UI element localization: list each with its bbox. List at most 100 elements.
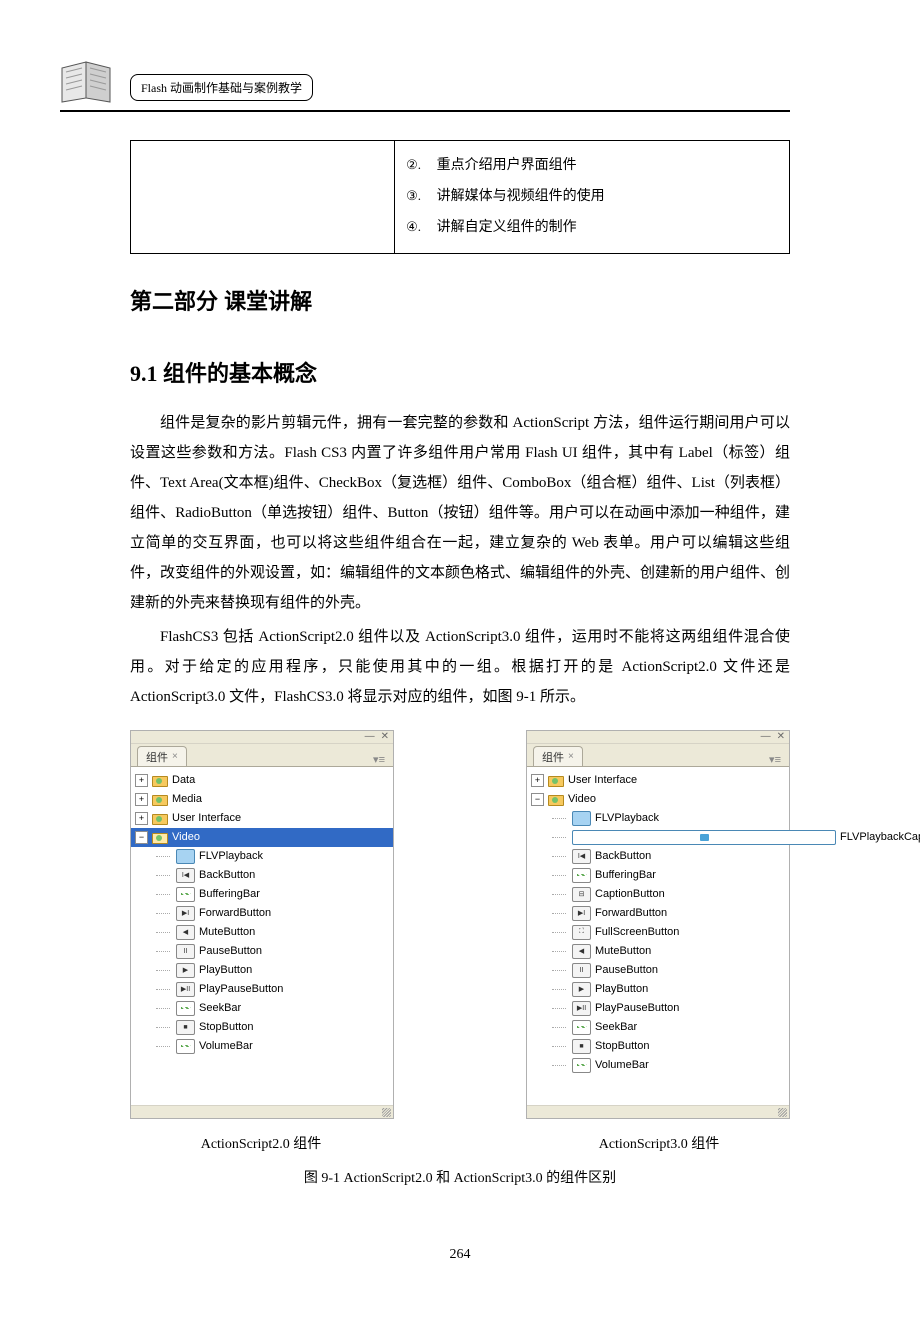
tree-item[interactable]: ⊟CaptionButton [527, 885, 789, 904]
tree-item[interactable]: IIPauseButton [131, 942, 393, 961]
minimize-icon[interactable]: — [365, 732, 375, 742]
tree-item[interactable]: VolumeBar [131, 1037, 393, 1056]
figure-9-1: —✕组件×▾≡+Data+Media+User Interface−VideoF… [130, 730, 790, 1119]
component-icon: ▶I [572, 906, 591, 921]
tab-label: 组件 [146, 749, 168, 765]
panel-resize-grip[interactable] [527, 1105, 789, 1118]
close-icon[interactable]: ✕ [381, 732, 389, 742]
objective-item: ③. 讲解媒体与视频组件的使用 [405, 184, 779, 209]
tree-item[interactable]: FLVPlaybackCaptioning [527, 828, 789, 847]
item-label: PlayPauseButton [595, 1002, 679, 1014]
component-icon: ⊟ [572, 887, 591, 902]
objectives-right-cell: ②. 重点介绍用户界面组件 ③. 讲解媒体与视频组件的使用 ④. 讲解自定义组件… [394, 141, 789, 254]
tree-item[interactable]: ▶IForwardButton [131, 904, 393, 923]
tree-item[interactable]: FLVPlayback [131, 847, 393, 866]
panel-menu-icon[interactable]: ▾≡ [769, 753, 783, 766]
paragraph-2: FlashCS3 包括 ActionScript2.0 组件以及 ActionS… [130, 622, 790, 712]
objectives-table: ②. 重点介绍用户界面组件 ③. 讲解媒体与视频组件的使用 ④. 讲解自定义组件… [130, 140, 790, 254]
subcaptions: ActionScript2.0 组件 ActionScript3.0 组件 [130, 1133, 790, 1153]
item-label: FLVPlayback [595, 812, 659, 824]
book-icon [60, 58, 114, 108]
component-icon: I◀ [572, 849, 591, 864]
folder-label: User Interface [568, 774, 637, 786]
folder-icon [152, 812, 168, 825]
objective-item: ②. 重点介绍用户界面组件 [405, 153, 779, 178]
tree-item[interactable]: II PauseButton [527, 961, 789, 980]
tree-item[interactable]: I◀BackButton [131, 866, 393, 885]
tree-view[interactable]: + User Interface − Video FLVPlayback FLVPlayb… [527, 766, 789, 1105]
component-icon [572, 1058, 591, 1073]
tab-close-icon[interactable]: × [568, 751, 574, 762]
tree-item[interactable]: ◀MuteButton [527, 942, 789, 961]
component-icon [572, 830, 836, 845]
tree-item[interactable]: ■ StopButton [527, 1037, 789, 1056]
component-icon: ■ [572, 1039, 591, 1054]
tree-folder[interactable]: +User Interface [131, 809, 393, 828]
tree-item[interactable]: ▶PlayButton [131, 961, 393, 980]
component-icon: II [572, 963, 591, 978]
panel-tabs: 组件 × ▾≡ [131, 744, 393, 766]
item-label: PlayButton [199, 964, 252, 976]
component-icon [572, 811, 591, 826]
tree-item[interactable]: ▶IIPlayPauseButton [131, 980, 393, 999]
expand-icon[interactable]: + [531, 774, 544, 787]
page: Flash 动画制作基础与案例教学 ②. 重点介绍用户界面组件 ③. 讲解媒体与… [0, 0, 920, 1323]
tree-item[interactable]: SeekBar [131, 999, 393, 1018]
components-tab[interactable]: 组件 × [533, 746, 583, 766]
item-label: BufferingBar [199, 888, 260, 900]
tree-item[interactable]: BufferingBar [131, 885, 393, 904]
tree-item[interactable]: ▶IIPlayPauseButton [527, 999, 789, 1018]
objective-num: ④. [405, 215, 423, 238]
tree-item[interactable]: ◀MuteButton [131, 923, 393, 942]
tree-item[interactable]: BufferingBar [527, 866, 789, 885]
panel-titlebar: —✕ [527, 731, 789, 744]
item-label: FLVPlayback [199, 850, 263, 862]
folder-label: Video [568, 793, 596, 805]
tree-item[interactable]: ▶PlayButton [527, 980, 789, 999]
tree-item[interactable]: ▶I ForwardButton [527, 904, 789, 923]
tree-item[interactable]: I◀BackButton [527, 847, 789, 866]
tree-folder[interactable]: − Video [527, 790, 789, 809]
tree-item[interactable]: FLVPlayback [527, 809, 789, 828]
tree-folder[interactable]: + User Interface [527, 771, 789, 790]
tree-folder[interactable]: −Video [131, 828, 393, 847]
item-label: PauseButton [595, 964, 658, 976]
expand-icon[interactable]: + [135, 812, 148, 825]
expand-icon[interactable]: + [135, 774, 148, 787]
chapter-badge: Flash 动画制作基础与案例教学 [130, 74, 313, 101]
objective-text: 讲解媒体与视频组件的使用 [437, 184, 605, 209]
components-tab[interactable]: 组件 × [137, 746, 187, 766]
tree-view[interactable]: +Data+Media+User Interface−VideoFLVPlayb… [131, 766, 393, 1105]
section-9-1-heading: 9.1 组件的基本概念 [130, 356, 790, 388]
tab-close-icon[interactable]: × [172, 751, 178, 762]
folder-icon [548, 793, 564, 806]
expand-icon[interactable]: − [135, 831, 148, 844]
item-label: BufferingBar [595, 869, 656, 881]
tree-item[interactable]: ■StopButton [131, 1018, 393, 1037]
tree-item[interactable]: SeekBar [527, 1018, 789, 1037]
tree-folder[interactable]: + Media [131, 790, 393, 809]
tree-item[interactable]: VolumeBar [527, 1056, 789, 1075]
minimize-icon[interactable]: — [761, 732, 771, 742]
component-icon: ◀ [572, 944, 591, 959]
component-icon: I◀ [176, 868, 195, 883]
expand-icon[interactable]: − [531, 793, 544, 806]
panel-resize-grip[interactable] [131, 1105, 393, 1118]
item-label: PauseButton [199, 945, 262, 957]
expand-icon[interactable]: + [135, 793, 148, 806]
folder-label: Media [172, 793, 202, 805]
component-icon: ■ [176, 1020, 195, 1035]
component-icon [176, 1001, 195, 1016]
objective-num: ③. [405, 184, 423, 207]
components-panel-as2: —✕组件×▾≡+Data+Media+User Interface−VideoF… [130, 730, 394, 1119]
item-label: ForwardButton [595, 907, 667, 919]
objective-item: ④. 讲解自定义组件的制作 [405, 215, 779, 240]
panel-menu-icon[interactable]: ▾≡ [373, 753, 387, 766]
tree-folder[interactable]: +Data [131, 771, 393, 790]
item-label: SeekBar [199, 1002, 241, 1014]
item-label: VolumeBar [595, 1059, 649, 1071]
tab-label: 组件 [542, 749, 564, 765]
item-label: StopButton [595, 1040, 649, 1052]
close-icon[interactable]: ✕ [777, 732, 785, 742]
tree-item[interactable]: ⛶FullScreenButton [527, 923, 789, 942]
